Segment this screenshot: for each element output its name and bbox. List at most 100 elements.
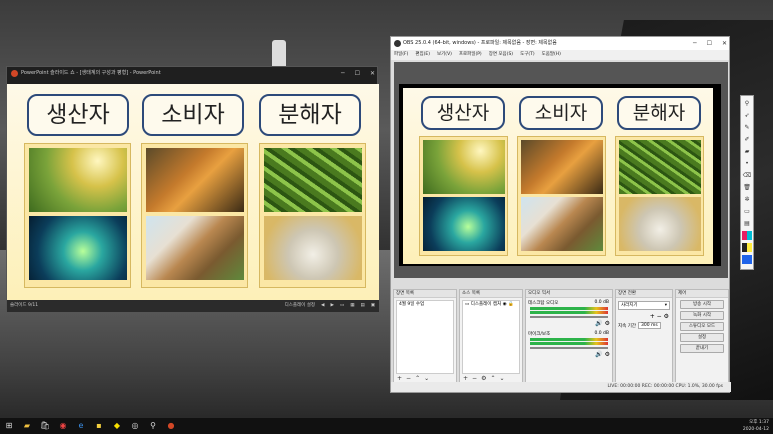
gear-icon[interactable]: ⚙ [605,351,610,358]
visibility-icon[interactable]: ◉ [503,302,507,307]
color-palette-icon[interactable] [742,231,752,240]
speaker-icon[interactable]: 🔊 [595,320,602,327]
store-icon[interactable]: 🛍 [39,420,51,432]
mic-volume-slider[interactable] [530,347,608,349]
screen-icon[interactable]: ▭ [742,207,752,216]
menu-tools[interactable]: 도구(T) [520,50,535,60]
transition-select-value: 사라지기 [621,303,638,308]
start-recording-button[interactable]: 녹화 시작 [680,311,724,320]
gear-icon[interactable]: ⚙ [605,320,610,327]
spray-icon[interactable]: ✲ [742,195,752,204]
obs-preview[interactable]: 생산자 소비자 분해자 [394,62,728,278]
preview-header-consumer: 소비자 [519,96,603,130]
preview-producer-column [419,136,508,256]
preview-decomposer-column [615,136,704,256]
preview-header-producer: 생산자 [421,96,505,130]
obs-window[interactable]: OBS 25.0.4 (64-bit, windows) - 프로파일: 제목없… [390,36,731,393]
close-button[interactable]: ✕ [370,67,375,80]
start-streaming-button[interactable]: 방송 시작 [680,300,724,309]
speaker-icon[interactable]: 🔊 [595,351,602,358]
slideshow-view-icon[interactable]: ▣ [371,300,375,312]
pen-icon[interactable]: ✎ [742,123,752,132]
transition-select[interactable]: 사라지기 ▾ [618,301,670,310]
controls-header: 제어 [676,290,728,298]
obs-taskbar-icon[interactable]: ◎ [129,420,141,432]
mixer-desktop-track: 데스크탑 오디오 0.0 dB 🔊 ⚙ [526,298,612,329]
next-icon[interactable]: ▶ [330,300,333,312]
settings-button[interactable]: 설정 [680,333,724,342]
slide-header-decomposer: 분해자 [259,94,361,136]
powerpoint-taskbar-icon[interactable]: ● [165,420,177,432]
mixer-mic-track: 마이크/보조 0.0 dB 🔊 ⚙ [526,329,612,360]
minimize-button[interactable]: ─ [693,37,697,50]
board-icon[interactable]: ▤ [742,219,752,228]
mixer-header: 오디오 믹서 [526,290,612,298]
monitor-icon: ▭ [465,302,470,307]
transitions-panel: 장면 전환 사라지기 ▾ + − ⚙ 지속 기간 300 ms [615,289,673,384]
prev-icon[interactable]: ◀ [321,300,324,312]
lock-icon[interactable]: 🔒 [508,302,514,307]
sources-list[interactable]: ▭ 디스플레이 캡처 ◉ 🔒 [462,300,520,374]
menu-help[interactable]: 도움말(H) [542,50,561,60]
scene-item[interactable]: 4월 9일 수업 [397,301,453,309]
add-icon[interactable]: + [650,313,655,320]
controls-panel: 제어 방송 시작 녹화 시작 스튜디오 모드 설정 끝내기 [675,289,729,384]
mold-image [264,216,362,280]
ppt-titlebar[interactable]: PowerPoint 슬라이드 쇼 - [생태계의 구성과 평형] - Powe… [7,67,377,80]
maximize-button[interactable]: ☐ [355,67,360,80]
gear-icon[interactable]: ⚙ [664,313,669,320]
close-button[interactable]: ✕ [722,37,727,50]
clock-date: 2020-04-12 [742,427,769,432]
preview-seedling-image [423,140,505,194]
duration-input[interactable]: 300 ms [638,322,661,329]
slide-counter: 슬라이드 9/11 [10,303,39,308]
preview-bacteria-image [619,140,701,194]
consumer-column [141,143,248,288]
source-item[interactable]: ▭ 디스플레이 캡처 ◉ 🔒 [463,301,519,309]
edge-icon[interactable]: e [75,420,87,432]
display-settings-button[interactable]: 디스플레이 설정 [285,300,315,312]
pin-icon[interactable]: ⚲ [742,99,752,108]
mic-audio-meter [530,338,608,341]
obs-titlebar[interactable]: OBS 25.0.4 (64-bit, windows) - 프로파일: 제목없… [391,37,729,50]
clock[interactable]: 오후 1:37 2020-04-12 [743,419,769,433]
windows-start-icon[interactable]: ⊞ [3,420,15,432]
menu-profile[interactable]: 프로파일(P) [459,50,482,60]
color-blue-icon[interactable] [742,255,752,264]
marker-icon[interactable]: ▰ [742,147,752,156]
studio-mode-button[interactable]: 스튜디오 모드 [680,322,724,331]
menu-edit[interactable]: 편집(E) [415,50,430,60]
menu-file[interactable]: 파일(F) [394,50,408,60]
minimize-button[interactable]: ─ [341,67,345,80]
menu-view[interactable]: 보기(V) [437,50,452,60]
obs-statusbar: LIVE: 00:00:00 REC: 00:00:00 CPU: 1.0%, … [391,382,731,392]
scenes-list[interactable]: 4월 9일 수업 [396,300,454,374]
reading-view-icon[interactable]: ▤ [360,300,364,312]
chrome-icon[interactable]: ◉ [57,420,69,432]
mic-audio-meter [530,342,608,345]
color-swatch-icon[interactable] [742,243,752,252]
powerpoint-window[interactable]: PowerPoint 슬라이드 쇼 - [생태계의 구성과 평형] - Powe… [6,66,379,312]
file-explorer-icon[interactable]: ▰ [21,420,33,432]
preview-consumer-column [517,136,606,256]
desktop-volume-slider[interactable] [530,316,608,318]
mixer-desktop-label: 데스크탑 오디오 [528,301,559,306]
duration-label: 지속 기간 [618,323,636,329]
exit-button[interactable]: 끝내기 [680,344,724,353]
sticky-notes-icon[interactable]: ▪ [93,420,105,432]
eraser-icon[interactable]: ⌫ [742,171,752,180]
map-pin-icon[interactable]: ⚲ [147,420,159,432]
trash-icon[interactable]: 🗑 [742,183,752,192]
preview-tiger-image [521,140,603,194]
highlighter-icon[interactable]: ✐ [742,135,752,144]
obs-menubar: 파일(F) 편집(E) 보기(V) 프로파일(P) 장면 모음(S) 도구(T)… [391,50,729,60]
grid-view-icon[interactable]: ▦ [350,300,354,312]
menu-scene-collection[interactable]: 장면 모음(S) [489,50,513,60]
normal-view-icon[interactable]: ▭ [340,300,344,312]
cursor-icon[interactable]: ➶ [742,111,752,120]
maximize-button[interactable]: ☐ [707,37,712,50]
dot-icon[interactable]: • [742,159,752,168]
remove-icon[interactable]: − [657,313,662,320]
kakaotalk-icon[interactable]: ◆ [111,420,123,432]
slide-show-area[interactable]: 생산자 소비자 분해자 [7,84,379,300]
